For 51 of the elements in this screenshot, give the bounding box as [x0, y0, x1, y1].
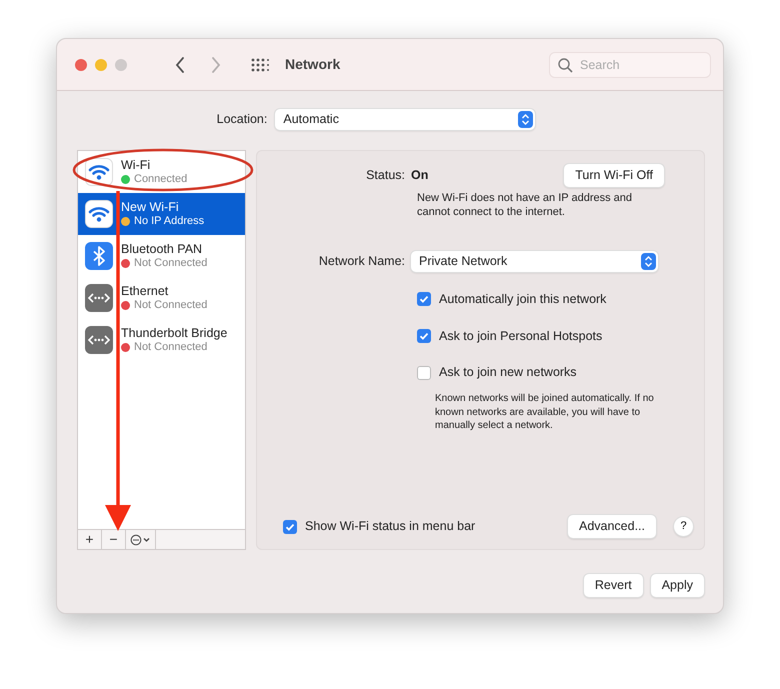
service-status: Not Connected — [134, 257, 208, 270]
search-field[interactable]: Search — [549, 52, 711, 78]
remove-button[interactable]: − — [102, 530, 126, 549]
wifi-icon — [85, 158, 113, 186]
status-value: On — [411, 167, 428, 184]
option-label: Ask to join Personal Hotspots — [439, 328, 602, 345]
service-name: Thunderbolt Bridge — [121, 326, 228, 341]
service-name: New Wi-Fi — [121, 200, 180, 215]
service-item[interactable]: Thunderbolt Bridge Not Connected — [78, 319, 245, 361]
checkbox[interactable] — [283, 520, 297, 534]
service-item[interactable]: Wi-Fi Connected — [78, 151, 245, 193]
status-label: Status: — [365, 167, 406, 184]
network-name-label: Network Name: — [318, 252, 406, 270]
back-icon[interactable] — [175, 56, 185, 72]
service-status: Not Connected — [134, 299, 208, 312]
network-icon — [85, 284, 113, 312]
turn-off-button[interactable]: Turn Wi-Fi Off — [564, 164, 664, 187]
action-menu-icon — [130, 534, 152, 546]
grid-icon[interactable] — [251, 58, 269, 72]
service-item[interactable]: Ethernet Not Connected — [78, 277, 245, 319]
option-label: Ask to join new networks — [439, 364, 577, 382]
advanced-button[interactable]: Advanced... — [568, 515, 656, 538]
checkbox[interactable] — [417, 292, 431, 306]
service-name: Wi-Fi — [121, 158, 152, 173]
network-name-select[interactable]: Private Network — [411, 250, 658, 272]
bluetooth-icon — [85, 242, 113, 270]
option-label: Automatically join this network — [439, 290, 606, 308]
service-name: Ethernet — [121, 284, 170, 299]
service-item[interactable]: New Wi-Fi No IP Address — [78, 193, 245, 235]
checkbox[interactable] — [417, 328, 431, 343]
service-name: Bluetooth PAN — [121, 242, 204, 257]
service-status: Not Connected — [134, 341, 208, 354]
note-text: Known networks will be joined automatically. If no known networks are available, you will have to manually select a network. — [435, 392, 655, 432]
window-title: Network — [285, 55, 340, 74]
revert-button[interactable]: Revert — [584, 574, 643, 597]
apply-button[interactable]: Apply — [650, 574, 704, 597]
service-status: No IP Address — [134, 215, 204, 228]
stepper-icon — [641, 252, 656, 270]
checkbox[interactable] — [417, 366, 431, 380]
option-label: Show Wi-Fi status in menu bar — [305, 518, 476, 536]
stepper-icon — [518, 111, 534, 128]
service-item[interactable]: Bluetooth PAN Not Connected — [78, 235, 245, 277]
location-label: Location: — [216, 111, 268, 128]
location-select[interactable]: Automatic — [275, 109, 536, 130]
network-icon — [85, 326, 113, 354]
add-button[interactable]: + — [78, 530, 102, 549]
close-button[interactable] — [75, 58, 87, 70]
service-status: Connected — [134, 173, 188, 186]
help-button[interactable]: ? — [674, 517, 693, 536]
wifi-icon — [85, 200, 113, 228]
status-description: New Wi-Fi does not have an IP address and cannot connect to the internet. — [417, 190, 634, 219]
